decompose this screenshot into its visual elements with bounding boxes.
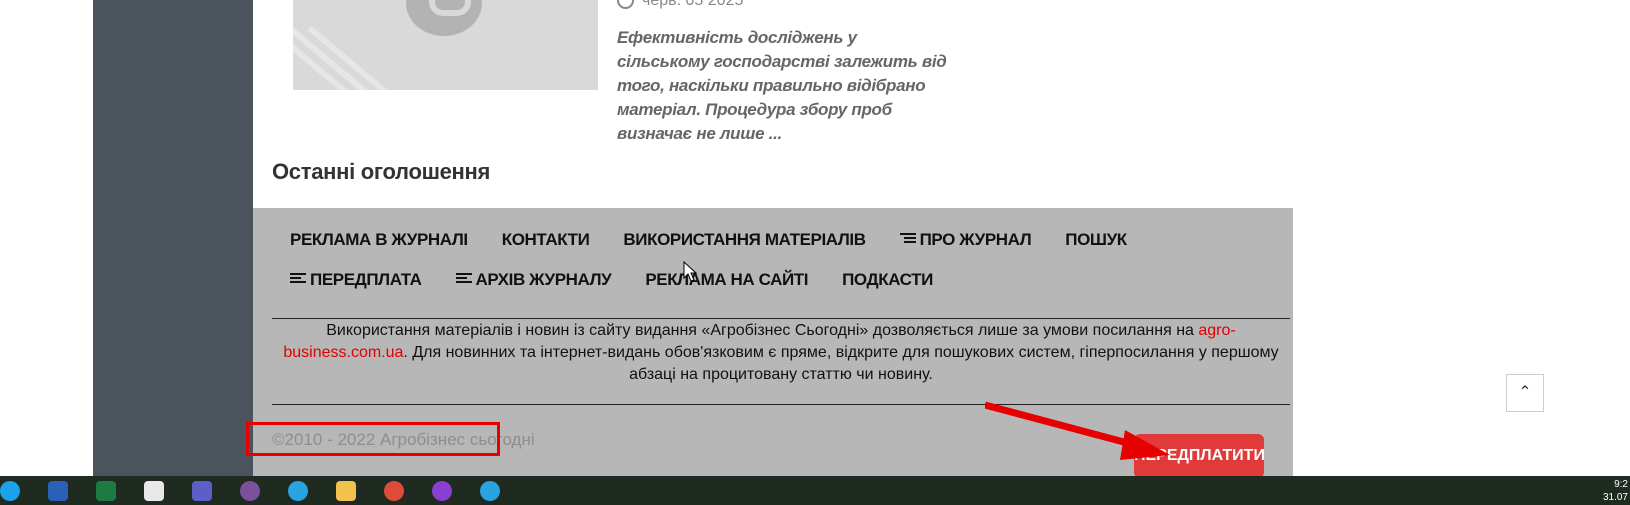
footer-nav-item[interactable]: КОНТАКТИ (502, 224, 590, 264)
highlight-box (246, 422, 500, 456)
edge-icon[interactable] (0, 481, 20, 501)
footer-nav-label: ПОШУК (1065, 230, 1127, 249)
viber-icon[interactable] (240, 481, 260, 501)
taskbar: 9:2 31.07 (0, 476, 1630, 505)
footer-nav-item[interactable]: ПЕРЕДПЛАТА (290, 264, 422, 304)
align-left-icon (290, 272, 306, 285)
article-excerpt: Ефективність досліджень у сільському гос… (617, 28, 947, 143)
slack-icon[interactable] (144, 481, 164, 501)
footer-nav-label: РЕКЛАМА НА САЙТІ (645, 270, 809, 289)
footer-nav-item[interactable]: РЕКЛАМА В ЖУРНАЛІ (290, 224, 468, 264)
excel-icon[interactable] (96, 481, 116, 501)
word-icon[interactable] (48, 481, 68, 501)
telegram-icon[interactable] (480, 481, 500, 501)
indent-list-icon (899, 232, 916, 245)
footer-nav-label: ПРО ЖУРНАЛ (919, 230, 1032, 249)
red-arrow-annotation (985, 401, 1170, 460)
teams-icon[interactable] (192, 481, 212, 501)
footer-nav-label: АРХІВ ЖУРНАЛУ (475, 270, 612, 289)
file-explorer-icon[interactable] (336, 481, 356, 501)
article-thumbnail[interactable] (293, 0, 598, 90)
article-date: черв. 05 2025 (617, 0, 743, 10)
chevron-up-icon: ⌃ (1518, 384, 1532, 401)
footer-nav-item[interactable]: РЕКЛАМА НА САЙТІ (645, 264, 808, 304)
footer-nav-item[interactable]: ПРО ЖУРНАЛ (899, 224, 1032, 264)
clock-icon (617, 0, 634, 10)
footer-nav-label: ПОДКАСТИ (842, 270, 933, 289)
footer-nav-item[interactable]: ПОШУК (1065, 224, 1127, 264)
taskbar-clock[interactable]: 9:2 31.07 (1603, 478, 1628, 504)
footer-nav-item[interactable]: АРХІВ ЖУРНАЛУ (455, 264, 612, 304)
mouse-cursor-icon (683, 261, 697, 282)
align-left-icon (455, 272, 472, 285)
footer-nav-label: РЕКЛАМА В ЖУРНАЛІ (290, 230, 468, 249)
footer-nav-label: ВИКОРИСТАННЯ МАТЕРІАЛІВ (623, 230, 866, 249)
telegram-icon[interactable] (288, 481, 308, 501)
left-sidebar-background (93, 0, 253, 476)
chrome-icon[interactable] (384, 481, 404, 501)
footer-nav-label: КОНТАКТИ (501, 230, 590, 249)
footer-nav-label: ПЕРЕДПЛАТА (310, 270, 422, 289)
usage-notice: Використання матеріалів і новин із сайту… (283, 322, 1279, 383)
app-icon[interactable] (432, 481, 452, 501)
footer-nav-item[interactable]: ПОДКАСТИ (842, 264, 933, 304)
scroll-to-top-button[interactable]: ⌃ (1506, 374, 1544, 412)
footer-nav-item[interactable]: ВИКОРИСТАННЯ МАТЕРІАЛІВ (623, 224, 866, 264)
footer-nav: РЕКЛАМА В ЖУРНАЛІ КОНТАКТИ ВИКОРИСТАННЯ МА… (290, 224, 1280, 304)
section-title: Останні оголошення (272, 159, 491, 184)
divider (272, 318, 1290, 319)
